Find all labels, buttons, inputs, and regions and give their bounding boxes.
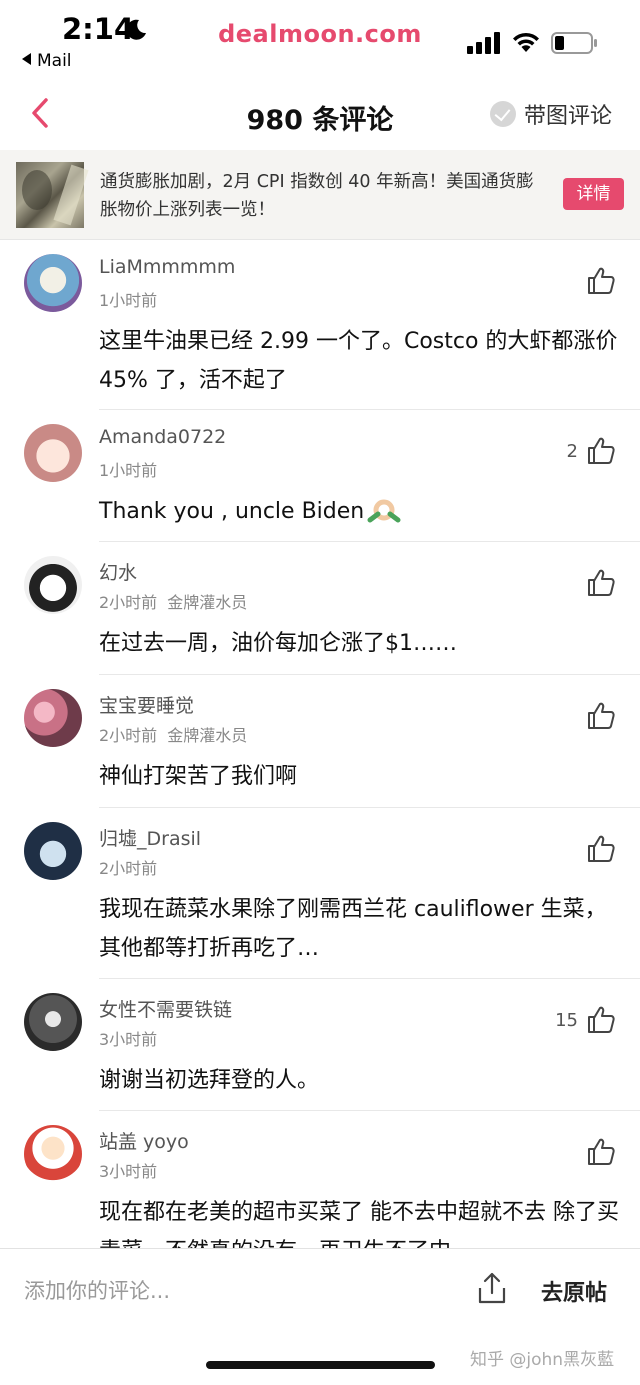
like-button[interactable]: [578, 568, 616, 598]
detail-button[interactable]: 详情: [563, 178, 624, 210]
comment-item: 女性不需要铁链 3小时前 15 谢谢当初选拜登的人。: [0, 979, 640, 1111]
avatar[interactable]: [24, 1125, 82, 1183]
thumbs-up-icon: [588, 1138, 615, 1165]
comment-text: Thank you , uncle Biden: [99, 492, 619, 531]
thumbs-up-icon: [588, 835, 615, 862]
thumbs-up-icon: [588, 267, 615, 294]
comment-text: 我现在蔬菜水果除了刚需西兰花 cauliflower 生菜，其他都等打折再吃了…: [99, 897, 607, 961]
comment-text: 神仙打架苦了我们啊: [99, 764, 298, 789]
comment-username[interactable]: 幻水: [99, 558, 137, 585]
watermark: 知乎 @john黑灰藍: [470, 1350, 615, 1370]
comment-item: 宝宝要睡觉 2小时前 金牌灌水员 神仙打架苦了我们啊: [0, 675, 640, 808]
battery-icon: [551, 32, 597, 54]
banner-thumbnail: [16, 162, 84, 228]
comment-meta: 2小时前 金牌灌水员: [99, 722, 247, 746]
comment-username[interactable]: 站盖 yoyo: [99, 1127, 189, 1154]
comment-text: 这里牛油果已经 2.99 一个了。Costco 的大虾都涨价 45% 了，活不起…: [99, 329, 618, 393]
comment-username[interactable]: LiaMmmmmm: [99, 256, 235, 278]
comment-time: 3小时前: [99, 1162, 158, 1181]
comment-time: 2小时前: [99, 859, 158, 878]
avatar[interactable]: [24, 822, 82, 880]
back-arrow-icon: [22, 53, 31, 65]
comment-username[interactable]: 归墟_Drasil: [99, 824, 201, 851]
ok-hand-emoji-icon: [367, 499, 401, 523]
news-banner[interactable]: 通货膨胀加剧，2月 CPI 指数创 40 年新高！美国通货膨胀物价上涨列表一览！…: [0, 150, 640, 240]
comment-list: LiaMmmmmm 1小时前 这里牛油果已经 2.99 一个了。Costco 的…: [0, 240, 640, 1248]
comment-username[interactable]: Amanda0722: [99, 426, 226, 448]
comment-text: 现在都在老美的超市买菜了 能不去中超就不去 除了买青菜，不然真的没有，再卫生不了…: [99, 1200, 619, 1248]
comment-time: 2小时前: [99, 593, 158, 612]
comment-meta: 1小时前: [99, 457, 157, 481]
share-icon[interactable]: [476, 1271, 508, 1305]
like-count: 2: [566, 440, 578, 462]
avatar[interactable]: [24, 689, 82, 747]
avatar[interactable]: [24, 254, 82, 312]
thumbs-up-icon: [588, 437, 615, 464]
like-button[interactable]: [578, 266, 616, 296]
check-circle-icon: [490, 101, 516, 127]
comment-meta: 1小时前: [99, 287, 157, 311]
comment-text: 谢谢当初选拜登的人。: [99, 1068, 320, 1093]
comment-item: LiaMmmmmm 1小时前 这里牛油果已经 2.99 一个了。Costco 的…: [0, 240, 640, 410]
back-to-app-link[interactable]: Mail: [22, 51, 72, 71]
comment-text-content: Thank you , uncle Biden: [99, 499, 365, 524]
thumbs-up-icon: [588, 569, 615, 596]
comment-meta: 2小时前: [99, 855, 157, 879]
comment-time: 2小时前: [99, 726, 158, 745]
status-bar: 2:14 Mail dealmoon.com: [0, 0, 640, 78]
like-button[interactable]: [578, 701, 616, 731]
back-app-label: Mail: [37, 51, 72, 71]
comment-input[interactable]: 添加你的评论...: [24, 1275, 170, 1305]
user-badge: 金牌灌水员: [167, 726, 248, 745]
comment-time: 1小时前: [99, 291, 158, 310]
comment-meta: 3小时前: [99, 1026, 157, 1050]
bottom-bar: 添加你的评论... 去原帖 知乎 @john黑灰藍: [0, 1248, 640, 1385]
banner-text: 通货膨胀加剧，2月 CPI 指数创 40 年新高！美国通货膨胀物价上涨列表一览！: [100, 172, 534, 220]
like-count: 15: [555, 1009, 578, 1031]
like-button[interactable]: [578, 1137, 616, 1167]
thumbs-up-icon: [588, 702, 615, 729]
comment-item: Amanda0722 1小时前 2 Thank you , uncle Bide…: [0, 410, 640, 542]
thumbs-up-icon: [588, 1006, 615, 1033]
wifi-icon: [513, 32, 539, 52]
comment-username[interactable]: 宝宝要睡觉: [99, 691, 194, 718]
user-badge: 金牌灌水员: [167, 593, 248, 612]
comment-time: 3小时前: [99, 1030, 158, 1049]
like-button[interactable]: [578, 834, 616, 864]
home-indicator[interactable]: [206, 1361, 435, 1369]
avatar[interactable]: [24, 993, 82, 1051]
avatar[interactable]: [24, 556, 82, 614]
cellular-signal-icon: [467, 32, 500, 54]
photo-comments-filter[interactable]: 带图评论: [490, 98, 612, 130]
like-button[interactable]: 2: [567, 436, 616, 466]
like-button[interactable]: 15: [555, 1005, 616, 1035]
top-nav: 980 条评论 带图评论: [0, 86, 640, 146]
comment-meta: 3小时前: [99, 1158, 157, 1182]
comment-text: 在过去一周，油价每加仑涨了$1……: [99, 631, 457, 656]
comment-time: 1小时前: [99, 461, 158, 480]
comment-item: 归墟_Drasil 2小时前 我现在蔬菜水果除了刚需西兰花 cauliflowe…: [0, 808, 640, 979]
photo-comments-label: 带图评论: [524, 104, 613, 129]
comment-item: 站盖 yoyo 3小时前 现在都在老美的超市买菜了 能不去中超就不去 除了买青菜…: [0, 1111, 640, 1248]
comment-meta: 2小时前 金牌灌水员: [99, 589, 247, 613]
site-name: dealmoon.com: [218, 20, 422, 48]
go-to-post-button[interactable]: 去原帖: [541, 1275, 607, 1307]
comment-item: 幻水 2小时前 金牌灌水员 在过去一周，油价每加仑涨了$1……: [0, 542, 640, 675]
comment-username[interactable]: 女性不需要铁链: [99, 995, 232, 1022]
avatar[interactable]: [24, 424, 82, 482]
